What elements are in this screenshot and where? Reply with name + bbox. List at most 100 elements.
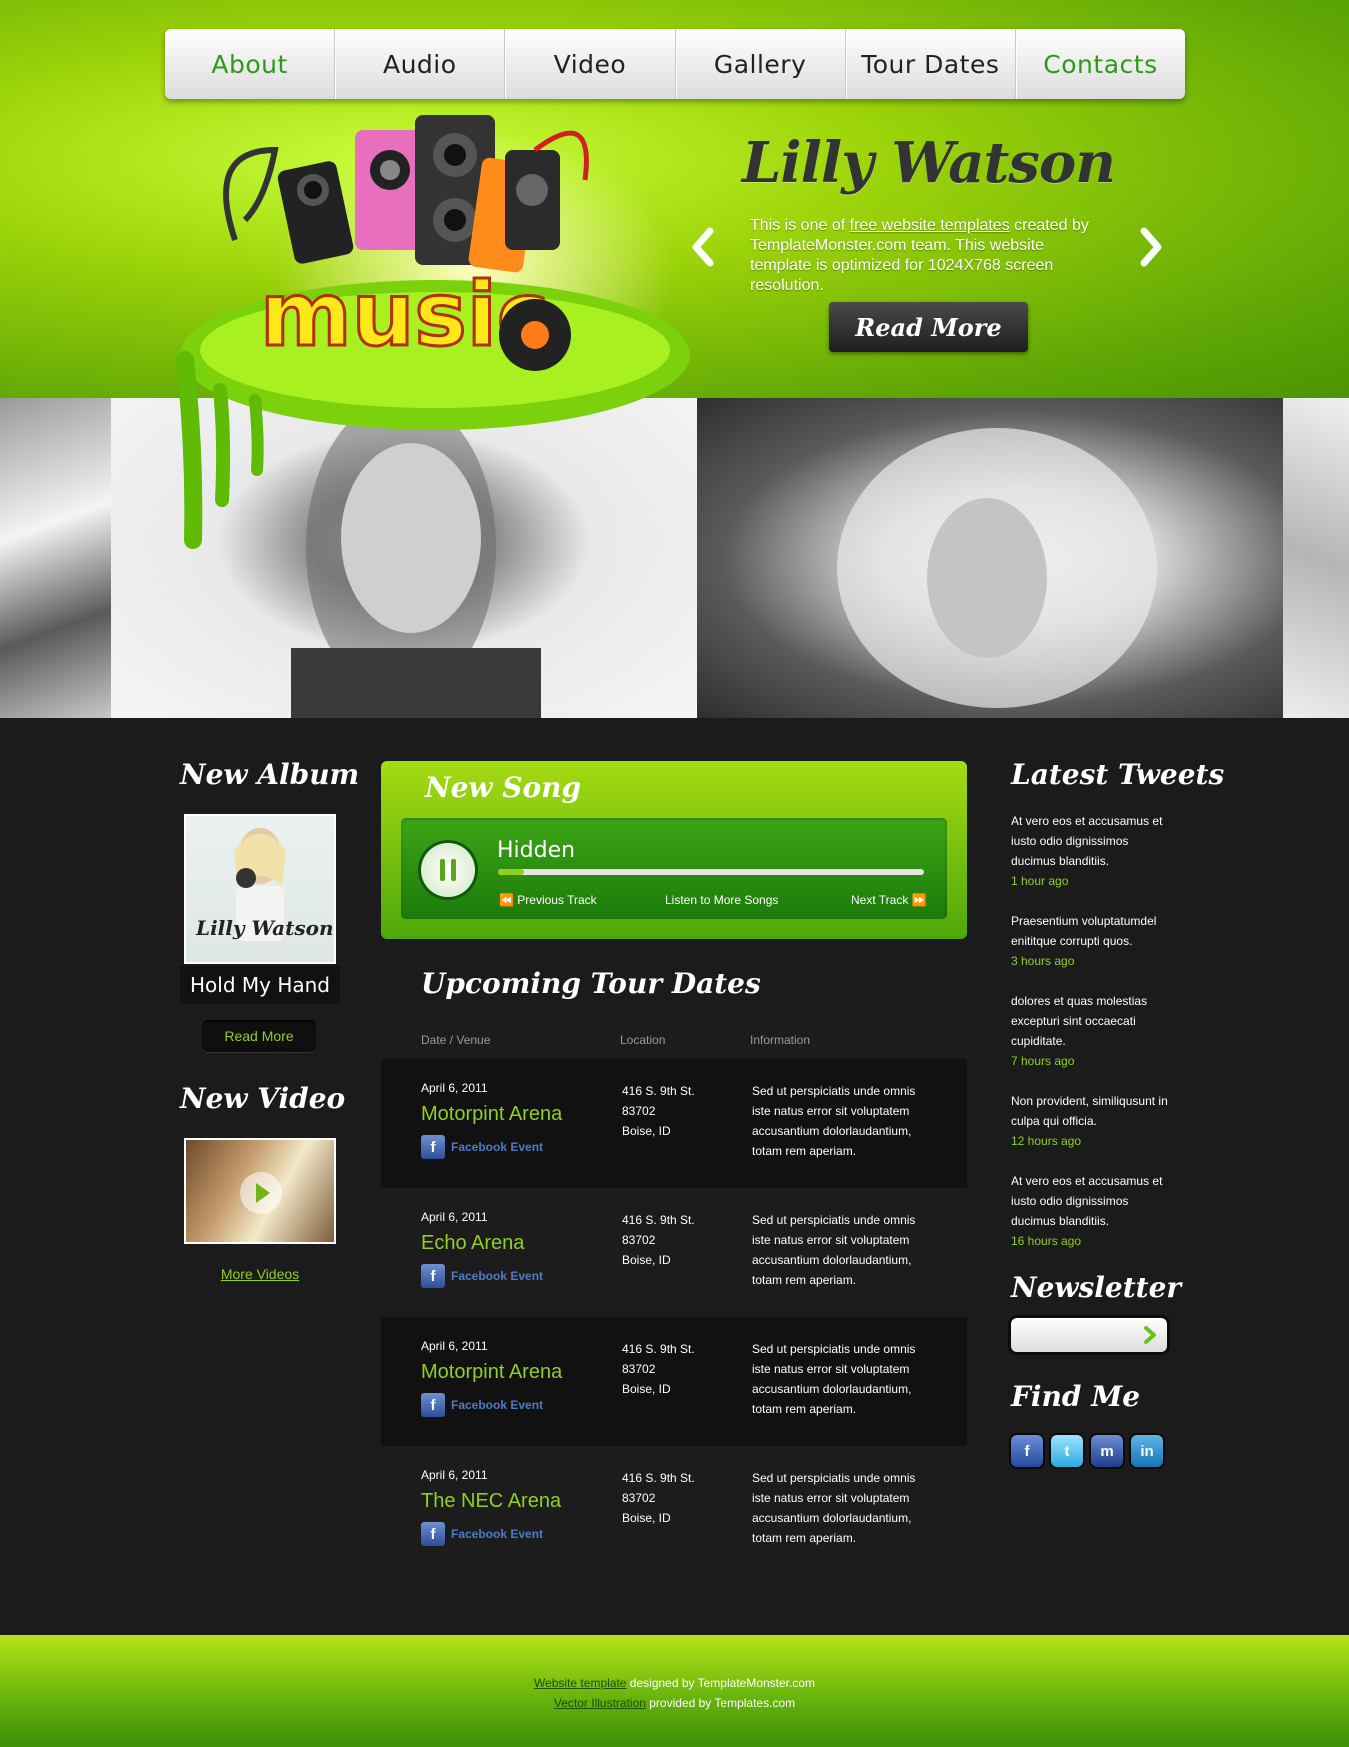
tour-venue-link[interactable]: The NEC Arena — [421, 1490, 561, 1513]
page: About Audio Video Gallery Tour Dates Con… — [0, 0, 1349, 1747]
previous-track-button[interactable]: ⏪ Previous Track — [499, 893, 597, 907]
slider-next-arrow-icon[interactable] — [1136, 225, 1166, 269]
facebook-event-link[interactable]: f Facebook Event — [421, 1522, 543, 1546]
facebook-icon[interactable]: f — [1011, 1435, 1043, 1467]
new-song-panel: New Song Hidden ⏪ Previous Track Listen … — [381, 761, 967, 939]
tour-dates-table: Date / Venue Location Information April … — [381, 1019, 967, 1575]
tour-information: Sed ut perspiciatis unde omnis iste natu… — [752, 1342, 916, 1416]
tour-information: Sed ut perspiciatis unde omnis iste natu… — [752, 1084, 916, 1158]
tweet-time[interactable]: 3 hours ago — [1011, 951, 1171, 971]
templates-link[interactable]: free website templates — [850, 217, 1010, 234]
facebook-event-label: Facebook Event — [451, 1398, 544, 1412]
album-cover-image[interactable]: Lilly Watson — [184, 814, 336, 964]
tweet-text: Praesentium voluptatumdel enititque corr… — [1011, 914, 1157, 948]
nav-about[interactable]: About — [165, 29, 336, 99]
album-cover-artist: Lilly Watson — [196, 916, 334, 940]
tour-location: 416 S. 9th St. 83702 Boise, ID — [622, 1210, 695, 1270]
more-videos-link[interactable]: More Videos — [180, 1266, 340, 1282]
nav-gallery[interactable]: Gallery — [676, 29, 846, 99]
facebook-event-link[interactable]: f Facebook Event — [421, 1393, 543, 1417]
tour-venue-link[interactable]: Motorpint Arena — [421, 1361, 562, 1384]
tweet-text: dolores et quas molestias excepturi sint… — [1011, 994, 1148, 1048]
tour-location: 416 S. 9th St. 83702 Boise, ID — [622, 1468, 695, 1528]
newsletter-heading: Newsletter — [1011, 1271, 1182, 1304]
tweet-time[interactable]: 7 hours ago — [1011, 1051, 1171, 1071]
address-line: 416 S. 9th St. — [622, 1084, 695, 1098]
social-links: f t m in — [1011, 1435, 1171, 1467]
tour-table-header: Date / Venue Location Information — [381, 1019, 967, 1059]
track-name: Hidden — [497, 838, 576, 863]
hero-text-before: This is one of — [750, 217, 850, 234]
new-album-heading: New Album — [180, 758, 360, 791]
website-template-link[interactable]: Website template — [534, 1676, 627, 1690]
hero-read-more-button[interactable]: Read More — [829, 302, 1028, 352]
newsletter-email-input[interactable] — [1019, 1324, 1129, 1346]
facebook-event-link[interactable]: f Facebook Event — [421, 1264, 543, 1288]
address-line: Boise, ID — [622, 1511, 671, 1525]
main-nav: About Audio Video Gallery Tour Dates Con… — [165, 29, 1185, 99]
tweet-text: At vero eos et accusamus et iusto odio d… — [1011, 814, 1163, 868]
tour-date: April 6, 2011 — [421, 1339, 488, 1353]
tweet-text: Non provident, similiqusunt in culpa qui… — [1011, 1094, 1168, 1128]
tour-date: April 6, 2011 — [421, 1210, 488, 1224]
address-line: 416 S. 9th St. — [622, 1471, 695, 1485]
nav-video[interactable]: Video — [505, 29, 676, 99]
tour-date: April 6, 2011 — [421, 1081, 488, 1095]
new-song-heading: New Song — [425, 771, 582, 804]
facebook-event-label: Facebook Event — [451, 1269, 544, 1283]
header-information: Information — [750, 1033, 811, 1047]
tweet-time[interactable]: 1 hour ago — [1011, 871, 1171, 891]
track-progress-bar[interactable] — [498, 869, 924, 875]
pause-icon[interactable] — [421, 843, 475, 897]
hero-artist-name: Lilly Watson — [742, 130, 1116, 196]
linkedin-icon[interactable]: in — [1131, 1435, 1163, 1467]
newsletter-submit-arrow-icon[interactable] — [1143, 1326, 1157, 1344]
audio-player: Hidden ⏪ Previous Track Listen to More S… — [401, 818, 947, 919]
footer-line-1-text: designed by TemplateMonster.com — [626, 1676, 816, 1690]
music-logo-illustration: music — [176, 115, 690, 549]
footer-line-1: Website template designed by TemplateMon… — [0, 1673, 1349, 1693]
previous-track-label: Previous Track — [517, 893, 597, 907]
find-me-heading: Find Me — [1011, 1380, 1141, 1413]
twitter-icon[interactable]: t — [1051, 1435, 1083, 1467]
vector-illustration-link[interactable]: Vector Illustration — [554, 1696, 646, 1710]
header-date-venue: Date / Venue — [421, 1033, 491, 1047]
address-line: Boise, ID — [622, 1124, 671, 1138]
myspace-icon[interactable]: m — [1091, 1435, 1123, 1467]
video-thumbnail[interactable] — [184, 1138, 336, 1244]
nav-audio[interactable]: Audio — [335, 29, 506, 99]
address-line: 83702 — [622, 1233, 656, 1247]
nav-contacts[interactable]: Contacts — [1016, 29, 1185, 99]
header-location: Location — [620, 1033, 666, 1047]
tweet-time[interactable]: 16 hours ago — [1011, 1231, 1171, 1251]
photo-left-partial — [0, 398, 111, 718]
newsletter-field — [1011, 1318, 1167, 1352]
video-play-icon[interactable] — [240, 1172, 282, 1214]
address-line: Boise, ID — [622, 1382, 671, 1396]
tour-location: 416 S. 9th St. 83702 Boise, ID — [622, 1339, 695, 1399]
tour-information: Sed ut perspiciatis unde omnis iste natu… — [752, 1471, 916, 1545]
facebook-icon: f — [421, 1393, 445, 1417]
listen-more-songs-link[interactable]: Listen to More Songs — [665, 893, 778, 907]
facebook-icon: f — [421, 1522, 445, 1546]
track-progress-fill — [498, 869, 524, 875]
photo-right-partial — [1283, 398, 1349, 718]
tour-date: April 6, 2011 — [421, 1468, 488, 1482]
tour-venue-link[interactable]: Motorpint Arena — [421, 1103, 562, 1126]
nav-tour-dates[interactable]: Tour Dates — [846, 29, 1016, 99]
right-sidebar: Latest Tweets At vero eos et accusamus e… — [1011, 758, 1224, 1467]
tweet-text: At vero eos et accusamus et iusto odio d… — [1011, 1174, 1163, 1228]
tweet-time[interactable]: 12 hours ago — [1011, 1131, 1171, 1151]
table-row: April 6, 2011 The NEC Arena f Facebook Ev… — [381, 1446, 967, 1575]
facebook-icon: f — [421, 1135, 445, 1159]
album-read-more-button[interactable]: Read More — [202, 1020, 316, 1052]
facebook-event-label: Facebook Event — [451, 1527, 544, 1541]
address-line: 83702 — [622, 1362, 656, 1376]
footer-credits: Website template designed by TemplateMon… — [0, 1673, 1349, 1713]
next-track-button[interactable]: Next Track ⏩ — [851, 893, 927, 907]
tour-venue-link[interactable]: Echo Arena — [421, 1232, 524, 1255]
facebook-event-link[interactable]: f Facebook Event — [421, 1135, 543, 1159]
address-line: Boise, ID — [622, 1253, 671, 1267]
address-line: 416 S. 9th St. — [622, 1213, 695, 1227]
facebook-icon: f — [421, 1264, 445, 1288]
